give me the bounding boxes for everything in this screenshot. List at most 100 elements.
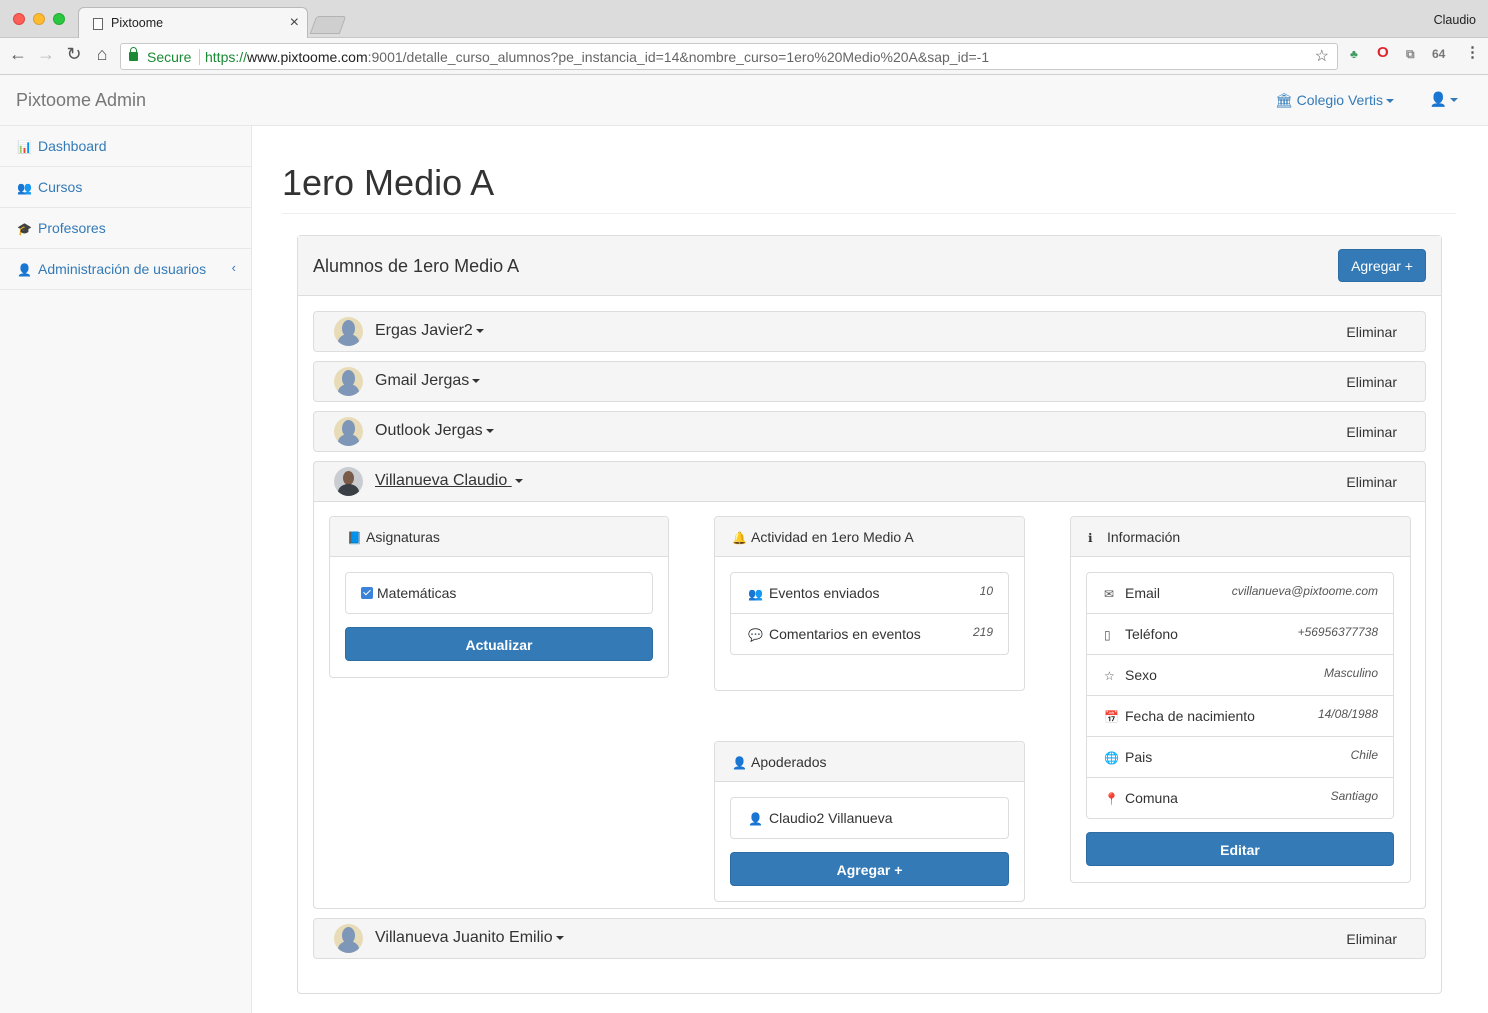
url-divider [199,49,200,65]
student-item: Gmail Jergas Eliminar [313,361,1426,402]
info-value: cvillanueva@pixtoome.com [1231,584,1378,598]
edit-info-button[interactable]: Editar [1086,832,1394,866]
caret-down-icon [485,428,494,433]
sidebar: 📊 Dashboard 👥 Cursos 🎓 Profesores 👤 Administ… [0,126,252,1013]
student-heading: Villanueva Juanito Emilio Eliminar [314,919,1425,958]
users-icon: 👥 [748,587,763,601]
student-item: Ergas Javier2 Eliminar [313,311,1426,352]
caret-down-icon [555,935,564,940]
guardians-panel-heading: 👤 Apoderados [715,742,1024,782]
delete-student-link[interactable]: Eliminar [1346,424,1397,440]
sidebar-item-label: Profesores [38,220,106,236]
bell-icon: 🔔 [732,531,747,545]
new-tab-button[interactable] [309,16,347,34]
student-name-toggle[interactable]: Ergas Javier2 [375,322,484,340]
close-window-button[interactable] [13,13,25,25]
browser-tabbar: Pixtoome × Claudio [0,0,1488,39]
sidebar-item-administracion-usuarios[interactable]: 👤 Administración de usuarios ‹ [0,249,251,290]
extension-badge[interactable]: 64 [1432,47,1445,61]
globe-icon: 🌐 [1104,751,1119,765]
checkbox-checked-icon[interactable] [361,587,373,599]
brand-logo[interactable]: Pixtoome Admin [16,90,146,111]
sidebar-item-cursos[interactable]: 👥 Cursos [0,167,251,208]
chrome-menu-icon[interactable]: ⋮ [1465,43,1480,61]
caret-down-icon [1386,99,1394,104]
sidebar-item-dashboard[interactable]: 📊 Dashboard [0,126,251,167]
user-icon: 👤 [1429,91,1447,107]
info-row-sex: ☆ Sexo Masculino [1087,655,1393,696]
sidebar-item-label: Cursos [38,179,83,195]
info-row-comuna: 📍 Comuna Santiago [1104,789,1378,806]
maximize-window-button[interactable] [53,13,65,25]
bookmark-star-icon[interactable]: ☆ [1315,46,1329,66]
url-text[interactable]: https://www.pixtoome.com:9001/detalle_cu… [205,49,989,65]
guardians-panel: 👤 Apoderados 👤 Claudio2 Villanueva Agregar… [714,741,1025,902]
caret-down-icon [475,328,484,333]
opera-extension-icon[interactable]: O [1377,44,1389,61]
subjects-panel: 📘 Asignaturas Matemáticas Actualizar [329,516,669,678]
calendar-icon: 📅 [1104,710,1119,724]
avatar [334,417,363,446]
update-subjects-button[interactable]: Actualizar [345,627,653,661]
student-name-toggle[interactable]: Villanueva Juanito Emilio [375,929,564,947]
caret-down-icon [472,378,481,383]
browser-tab[interactable]: Pixtoome × [78,7,308,39]
student-name-toggle[interactable]: Gmail Jergas [375,372,481,390]
subject-checkbox-item[interactable]: Matemáticas [346,573,652,614]
lock-icon [129,47,138,61]
subjects-panel-heading: 📘 Asignaturas [330,517,668,557]
info-row-birthdate: 📅 Fecha de nacimiento 14/08/1988 [1087,696,1393,737]
school-dropdown[interactable]: 🏛 Colegio Vertis [1275,92,1394,109]
delete-student-link[interactable]: Eliminar [1346,931,1397,947]
subject-label: Matemáticas [377,585,457,601]
book-icon: 📘 [347,531,362,545]
student-name-toggle[interactable]: Villanueva Claudio [375,472,523,490]
school-name: Colegio Vertis [1296,92,1383,108]
student-detail: 📘 Asignaturas Matemáticas Actualizar 🔔 Act… [314,501,1425,908]
student-name-toggle[interactable]: Outlook Jergas [375,422,494,440]
address-bar[interactable]: Secure https://www.pixtoome.com:9001/det… [120,43,1338,70]
tab-title: Pixtoome [111,16,164,30]
home-icon[interactable]: ⌂ [91,44,113,65]
sidebar-item-label: Dashboard [38,138,107,154]
avatar [334,924,363,953]
sidebar-item-profesores[interactable]: 🎓 Profesores [0,208,251,249]
reload-icon[interactable]: ↻ [63,44,85,65]
graduation-cap-icon: 🎓 [17,222,32,236]
users-icon: 👥 [17,181,32,195]
info-list: ✉ Email cvillanueva@pixtoome.com ▯ Teléfon… [1086,572,1394,819]
activity-list: 👥 Eventos enviados 10 💬 Comentarios en eve… [730,572,1009,655]
user-icon: 👤 [732,756,747,770]
close-tab-icon[interactable]: × [290,14,299,32]
extension-icon[interactable]: ♣ [1350,47,1358,61]
guardians-list: 👤 Claudio2 Villanueva [730,797,1009,839]
delete-student-link[interactable]: Eliminar [1346,324,1397,340]
student-heading: Outlook Jergas Eliminar [314,412,1425,451]
forward-icon[interactable]: → [35,44,57,65]
bar-chart-icon: 📊 [17,140,32,154]
subjects-list: Matemáticas [345,572,653,614]
guardian-item[interactable]: 👤 Claudio2 Villanueva [731,798,1008,839]
comments-icon: 💬 [748,628,763,642]
avatar [334,317,363,346]
info-value: Santiago [1330,789,1378,803]
students-panel-title: Alumnos de 1ero Medio A [313,256,520,276]
back-icon[interactable]: ← [7,44,29,65]
caret-down-icon [1450,98,1458,103]
mobile-phone-icon: ▯ [1104,628,1111,642]
minimize-window-button[interactable] [33,13,45,25]
browser-profile-name[interactable]: Claudio [1434,13,1476,27]
student-item: Villanueva Juanito Emilio Eliminar [313,918,1426,959]
add-guardian-button[interactable]: Agregar + [730,852,1009,886]
activity-count: 10 [979,584,993,598]
user-menu-dropdown[interactable]: 👤 [1430,91,1458,108]
tabs-extension-icon[interactable]: ⧉ [1406,47,1415,62]
avatar [334,467,363,496]
activity-count: 219 [972,625,993,639]
chevron-left-icon: ‹ [231,260,236,275]
info-row-country: 🌐 Pais Chile [1087,737,1393,778]
add-student-button[interactable]: Agregar + [1338,249,1426,282]
student-item: Outlook Jergas Eliminar [313,411,1426,452]
delete-student-link[interactable]: Eliminar [1346,374,1397,390]
delete-student-link[interactable]: Eliminar [1346,474,1397,490]
